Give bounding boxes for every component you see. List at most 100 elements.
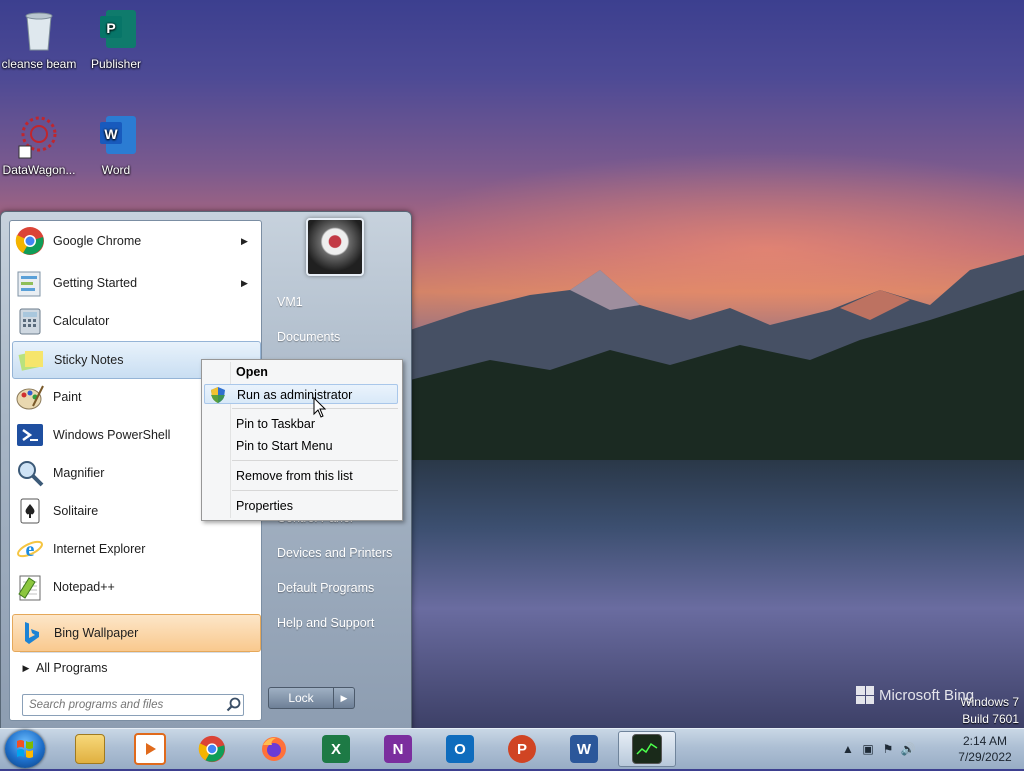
desktop-icon-label: DataWagon... [2, 163, 76, 177]
desktop-icon-label: Publisher [90, 57, 142, 71]
onenote-icon: N [384, 735, 412, 763]
mountain-range [410, 255, 1024, 470]
windows-version-watermark: Windows 7 Build 7601 [960, 694, 1019, 728]
recycle-bin-icon [15, 6, 63, 54]
notepadpp-icon [15, 572, 45, 602]
bing-watermark: Microsoft Bing [856, 686, 974, 704]
divider [20, 652, 250, 653]
word-icon: W [92, 112, 140, 160]
clock-date: 7/29/2022 [958, 750, 1012, 764]
taskbar-clock[interactable]: 2:14 AM 7/29/2022 [954, 733, 1016, 765]
taskbar-task-manager[interactable] [618, 731, 676, 767]
action-center-flag-icon[interactable]: ⚑ [880, 741, 896, 757]
taskbar-excel[interactable]: X [310, 731, 362, 767]
magnifier-icon [15, 458, 45, 488]
taskbar-chrome[interactable] [186, 731, 238, 767]
submenu-arrow-icon[interactable]: ▶ [241, 278, 251, 289]
svg-text:e: e [26, 539, 35, 561]
lock-button-group: Lock ▶ [268, 687, 355, 709]
program-label: Notepad++ [53, 580, 115, 594]
volume-icon[interactable]: 🔊 [900, 741, 916, 757]
program-label: Calculator [53, 314, 110, 328]
network-icon[interactable]: ▣ [860, 741, 876, 757]
media-player-icon [134, 733, 166, 765]
context-pin-to-start-menu[interactable]: Pin to Start Menu [204, 436, 398, 456]
taskbar-firefox[interactable] [248, 731, 300, 767]
windows-logo-icon [17, 740, 33, 758]
program-calculator[interactable]: Calculator [12, 303, 259, 339]
taskbar-onenote[interactable]: N [372, 731, 424, 767]
shutdown-options-arrow-icon[interactable]: ▶ [334, 687, 355, 709]
taskbar-powerpoint[interactable]: P [496, 731, 548, 767]
desktop-icon-recycle-bin[interactable]: cleanse beam [1, 6, 77, 71]
svg-text:W: W [104, 126, 118, 142]
show-hidden-icons-icon[interactable]: ▲ [840, 741, 856, 757]
outlook-icon: O [446, 735, 474, 763]
program-getting-started[interactable]: Getting Started ▶ [12, 265, 259, 301]
solitaire-icon [15, 496, 45, 526]
context-remove-from-list[interactable]: Remove from this list [204, 466, 398, 486]
context-pin-to-taskbar[interactable]: Pin to Taskbar [204, 414, 398, 434]
internet-explorer-icon: e [15, 534, 45, 564]
os-build: Build 7601 [962, 712, 1019, 726]
calculator-icon [15, 306, 45, 336]
desktop-icon-datawagon[interactable]: DataWagon... [1, 112, 77, 177]
search-icon[interactable] [225, 696, 243, 714]
program-internet-explorer[interactable]: e Internet Explorer [12, 531, 259, 567]
context-properties[interactable]: Properties [204, 496, 398, 516]
svg-text:P: P [106, 20, 115, 36]
start-right-user[interactable]: VM1 [271, 290, 409, 314]
word-icon: W [570, 735, 598, 763]
chrome-icon [15, 226, 45, 256]
taskbar-outlook[interactable]: O [434, 731, 486, 767]
context-divider [232, 460, 398, 461]
clock-time: 2:14 AM [962, 734, 1008, 748]
getting-started-icon [15, 268, 45, 298]
uac-shield-icon [211, 387, 225, 403]
start-right-devices-printers[interactable]: Devices and Printers [271, 541, 409, 565]
microsoft-logo-icon [856, 686, 874, 704]
program-label: Internet Explorer [53, 542, 146, 556]
taskbar-explorer[interactable] [64, 731, 116, 767]
task-manager-icon [632, 734, 662, 764]
desktop-icon-label: cleanse beam [1, 57, 77, 71]
context-open[interactable]: Open [204, 362, 398, 382]
search-input[interactable] [23, 698, 225, 712]
start-right-documents[interactable]: Documents [271, 325, 409, 349]
start-right-default-programs[interactable]: Default Programs [271, 576, 409, 600]
start-search-box[interactable] [22, 694, 244, 716]
submenu-arrow-icon[interactable]: ▶ [241, 236, 251, 247]
firefox-icon [260, 735, 288, 763]
desktop-icon-label: Word [101, 163, 131, 177]
powerpoint-icon: P [508, 735, 536, 763]
program-notepad-plus-plus[interactable]: Notepad++ [12, 569, 259, 605]
desktop-icon-word[interactable]: W Word [78, 112, 154, 177]
all-programs-label: All Programs [36, 661, 108, 675]
taskbar: X N O P W ▲ ▣ ⚑ 🔊 2:14 AM 7/29/2022 [0, 728, 1024, 769]
mouse-pointer-icon [313, 397, 327, 418]
desktop-icon-publisher[interactable]: P Publisher [78, 6, 154, 71]
user-avatar[interactable] [306, 218, 364, 276]
folder-icon [75, 734, 105, 764]
os-name: Windows 7 [960, 695, 1019, 709]
program-label: Bing Wallpaper [54, 626, 139, 640]
context-run-as-administrator[interactable]: Run as administrator [204, 384, 398, 404]
start-right-help-support[interactable]: Help and Support [271, 611, 409, 635]
program-label: Getting Started [53, 276, 138, 290]
datawagon-icon [15, 112, 63, 160]
paint-icon [15, 382, 45, 412]
triangle-right-icon: ▶ [22, 662, 30, 673]
publisher-icon: P [92, 6, 140, 54]
taskbar-media-player[interactable] [124, 731, 176, 767]
program-google-chrome[interactable]: Google Chrome ▶ [12, 223, 259, 259]
lock-button[interactable]: Lock [268, 687, 334, 709]
program-label: Google Chrome [53, 234, 142, 248]
sticky-notes-icon [16, 345, 46, 375]
taskbar-word[interactable]: W [558, 731, 610, 767]
context-menu: Open Run as administrator Pin to Taskbar… [201, 359, 403, 521]
program-bing-wallpaper[interactable]: Bing Wallpaper [12, 614, 261, 652]
system-tray: ▲ ▣ ⚑ 🔊 2:14 AM 7/29/2022 [834, 729, 1024, 769]
chrome-icon [198, 735, 226, 763]
start-button[interactable] [5, 730, 45, 768]
all-programs-button[interactable]: ▶ All Programs [16, 657, 256, 679]
